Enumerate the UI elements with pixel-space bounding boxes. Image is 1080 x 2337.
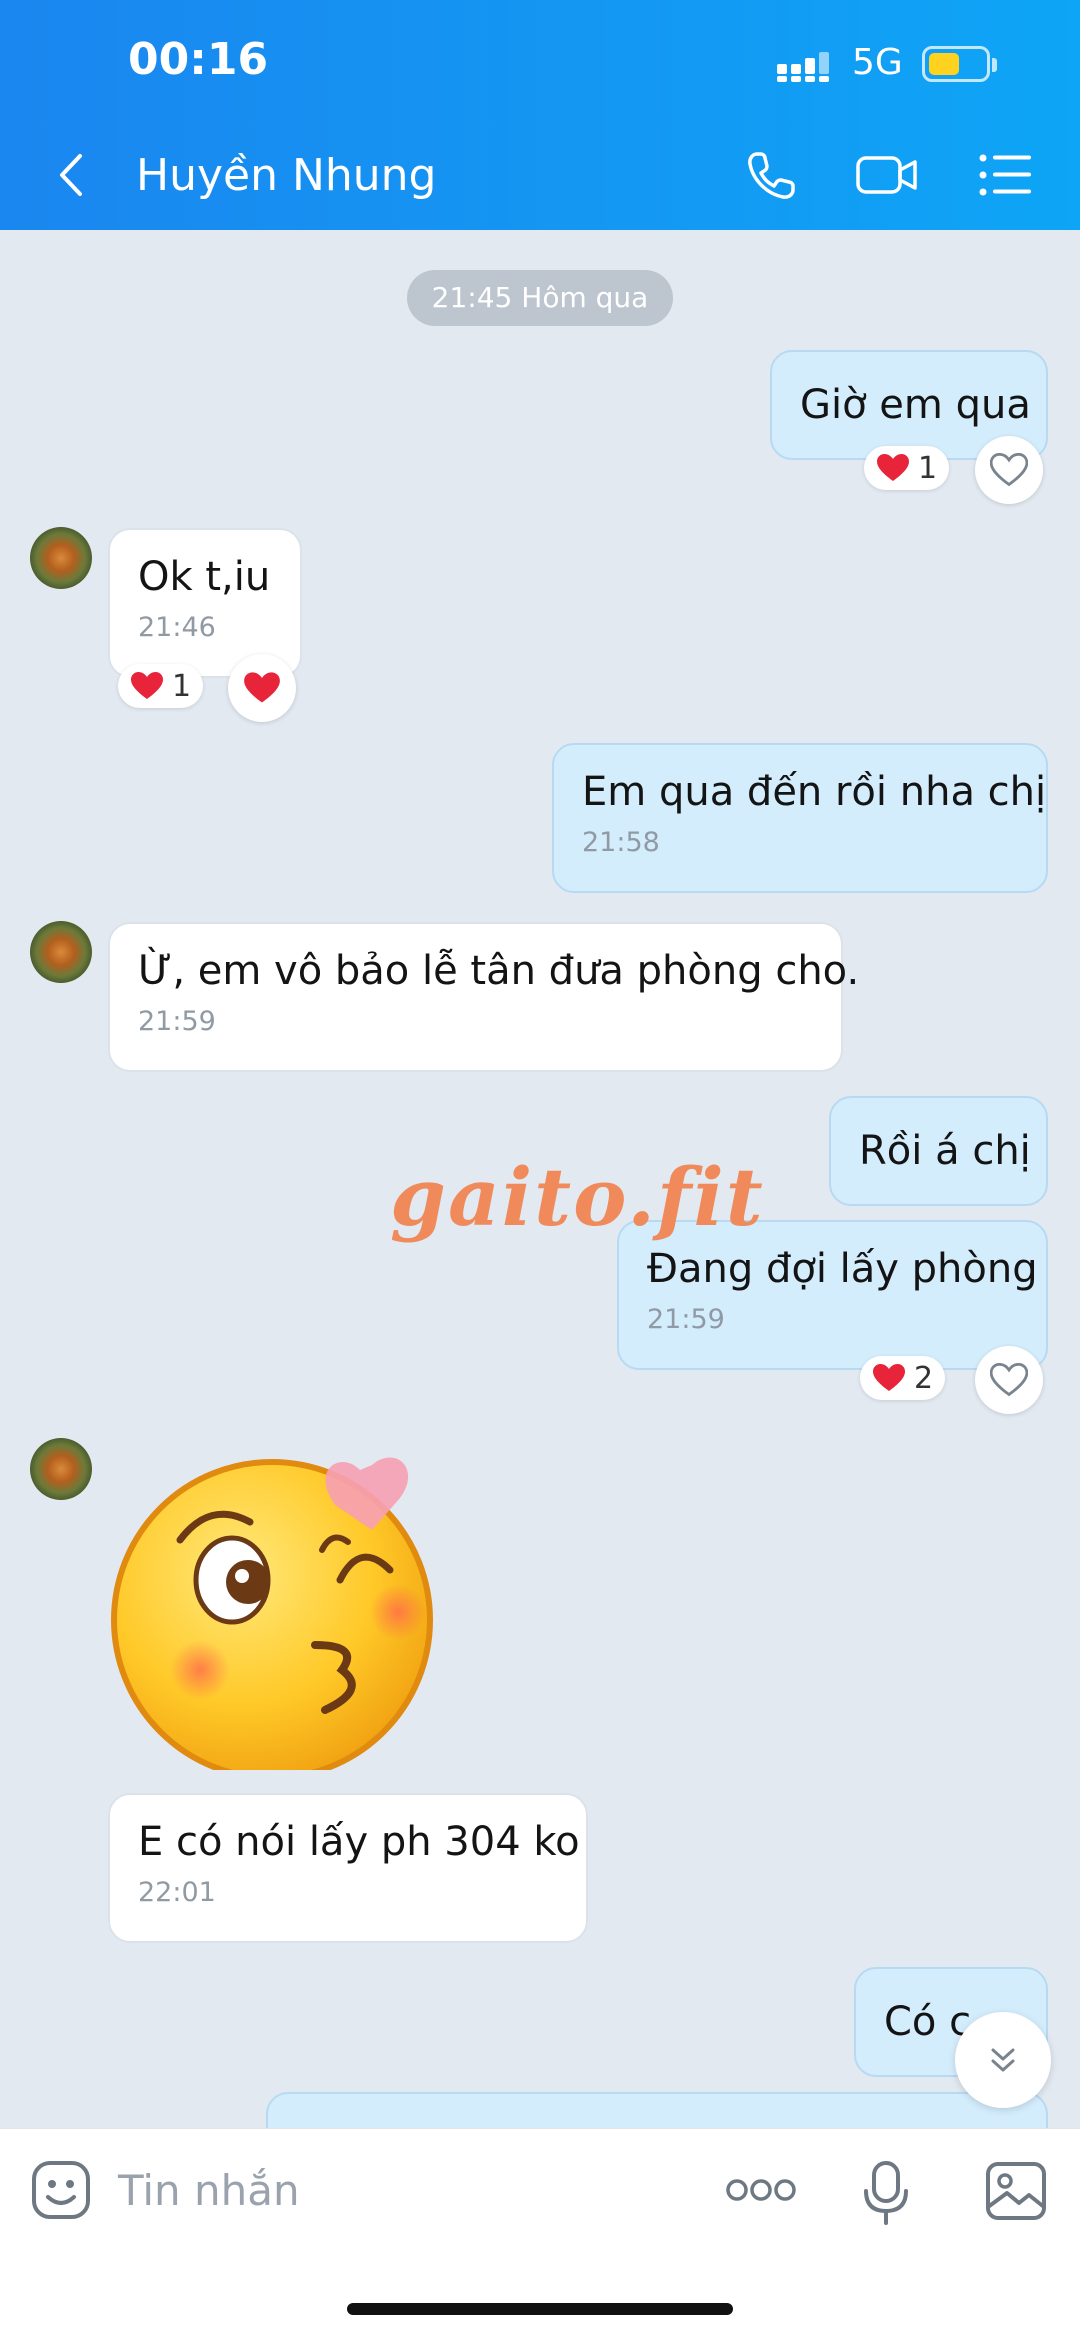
reaction-summary[interactable]: 2 bbox=[860, 1356, 946, 1400]
date-separator: 21:45 Hôm qua bbox=[407, 270, 673, 326]
reaction-summary[interactable]: 1 bbox=[118, 664, 204, 708]
reaction-summary[interactable]: 1 bbox=[864, 446, 950, 490]
message-bubble-outgoing[interactable]: Em qua đến rồi nha chị 21:58 bbox=[552, 743, 1048, 893]
react-button[interactable] bbox=[975, 1346, 1043, 1414]
message-bubble-outgoing[interactable]: Rồi á chị bbox=[829, 1096, 1048, 1206]
message-text: Đang đợi lấy phòng bbox=[647, 1246, 1038, 1292]
reaction-count: 2 bbox=[914, 1360, 934, 1396]
message-text: Ok t,iu bbox=[138, 554, 271, 600]
message-list[interactable]: 21:45 Hôm qua Giờ em qua 1 Ok t,iu 21:46… bbox=[0, 230, 1080, 2128]
smiley-icon[interactable] bbox=[30, 2159, 92, 2221]
watermark: gaito.fit bbox=[390, 1150, 765, 1244]
message-input[interactable]: Tin nhắn bbox=[118, 2159, 678, 2223]
avatar[interactable] bbox=[30, 921, 92, 983]
heart-outline-icon bbox=[990, 1363, 1028, 1397]
list-menu-icon[interactable] bbox=[978, 152, 1032, 198]
message-bubble-incoming[interactable]: Ừ, em vô bảo lễ tân đưa phòng cho. 21:59 bbox=[108, 922, 860, 1072]
react-button[interactable] bbox=[228, 654, 296, 722]
message-time: 21:46 bbox=[138, 612, 216, 643]
home-indicator[interactable] bbox=[347, 2303, 733, 2315]
heart-icon bbox=[877, 454, 909, 481]
network-type: 5G bbox=[852, 42, 903, 83]
chevron-left-icon[interactable] bbox=[52, 150, 92, 200]
heart-icon bbox=[873, 1364, 905, 1391]
message-time: 21:58 bbox=[582, 827, 660, 858]
status-time: 00:16 bbox=[128, 34, 269, 85]
message-bubble-outgoing-partial[interactable] bbox=[266, 2092, 1048, 2128]
video-camera-icon[interactable] bbox=[855, 150, 919, 200]
message-time: 21:59 bbox=[138, 1006, 216, 1037]
avatar[interactable] bbox=[30, 527, 92, 589]
heart-outline-icon bbox=[990, 453, 1028, 487]
message-text: E có nói lấy ph 304 ko bbox=[138, 1819, 580, 1865]
chat-header: 00:16 5G Huyền Nhung bbox=[0, 0, 1080, 230]
more-dots-icon[interactable] bbox=[726, 2173, 796, 2207]
message-time: 21:59 bbox=[647, 1304, 725, 1335]
contact-name[interactable]: Huyền Nhung bbox=[136, 150, 436, 201]
message-text: Ừ, em vô bảo lễ tân đưa phòng cho. bbox=[138, 948, 860, 994]
message-time: 22:01 bbox=[138, 1877, 216, 1908]
react-button[interactable] bbox=[975, 436, 1043, 504]
scroll-to-bottom-button[interactable] bbox=[955, 2012, 1051, 2108]
reaction-count: 1 bbox=[172, 668, 192, 704]
heart-icon bbox=[244, 672, 280, 703]
battery-icon bbox=[922, 46, 997, 82]
message-bubble-incoming[interactable]: E có nói lấy ph 304 ko 22:01 bbox=[108, 1793, 588, 1943]
mic-icon[interactable] bbox=[860, 2159, 912, 2227]
composer-bar: Tin nhắn bbox=[0, 2128, 1080, 2337]
kiss-face-sticker[interactable] bbox=[110, 1430, 450, 1770]
message-text: Em qua đến rồi nha chị bbox=[582, 769, 1047, 815]
signal-icon bbox=[777, 52, 829, 82]
image-icon[interactable] bbox=[985, 2161, 1047, 2221]
chevron-down-icon bbox=[991, 2048, 1015, 2072]
message-text: Giờ em qua bbox=[800, 382, 1031, 428]
message-text: Rồi á chị bbox=[859, 1128, 1031, 1174]
heart-icon bbox=[131, 672, 163, 699]
reaction-count: 1 bbox=[918, 450, 938, 486]
phone-icon[interactable] bbox=[743, 148, 799, 204]
avatar[interactable] bbox=[30, 1438, 92, 1500]
